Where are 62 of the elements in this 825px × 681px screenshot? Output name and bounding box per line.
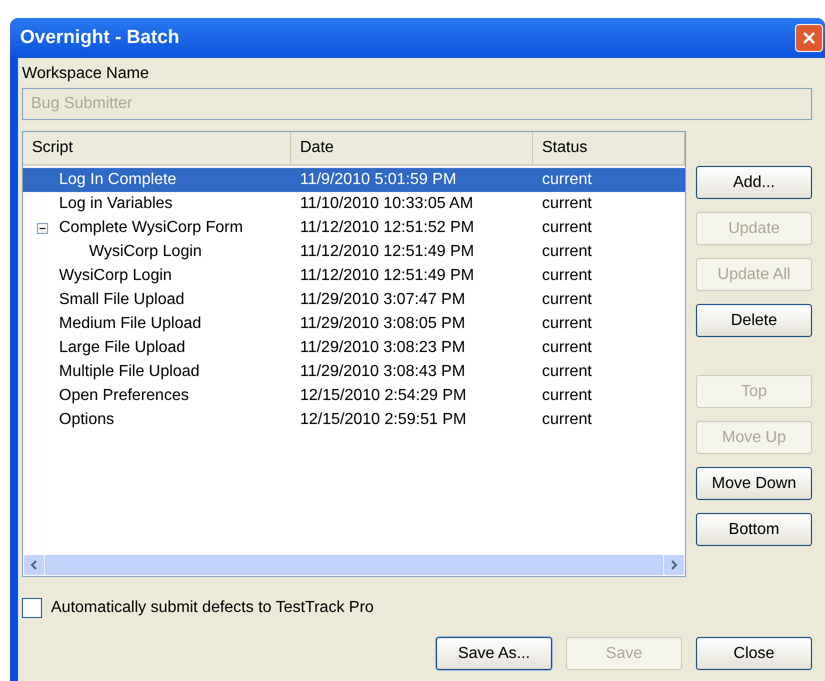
- window-title: Overnight - Batch: [20, 26, 180, 50]
- tree-row[interactable]: Log In Complete 11/9/2010 5:01:59 PM current: [23, 168, 685, 192]
- script-name: Complete WysiCorp Form: [59, 218, 243, 238]
- checkbox-label: Automatically submit defects to TestTrack Pro: [51, 598, 374, 618]
- close-button[interactable]: [795, 24, 823, 52]
- tree-row[interactable]: Large File Upload 11/29/2010 3:08:23 PM current: [23, 336, 685, 360]
- status-cell-text: current: [541, 170, 592, 190]
- status-cell-text: current: [541, 314, 592, 334]
- status-cell-text: current: [541, 410, 592, 430]
- tree-row[interactable]: Multiple File Upload 11/29/2010 3:08:43 PM current: [23, 360, 685, 384]
- date-cell-text: 12/15/2010 2:59:51 PM: [299, 410, 468, 430]
- status-cell-text: current: [541, 386, 592, 406]
- scroll-left-icon[interactable]: [30, 560, 38, 570]
- column-header[interactable]: Date: [291, 132, 533, 164]
- status-cell-text: current: [541, 218, 592, 238]
- dialog-button[interactable]: Close: [696, 637, 812, 670]
- column-header[interactable]: Script: [23, 132, 291, 164]
- script-name: Small File Upload: [59, 290, 184, 310]
- date-cell-text: 11/29/2010 3:08:05 PM: [299, 314, 466, 334]
- dialog-button[interactable]: Save As...: [436, 637, 552, 670]
- column-header[interactable]: Status: [533, 132, 685, 164]
- checkbox[interactable]: [22, 598, 42, 618]
- script-name: WysiCorp Login: [59, 266, 172, 286]
- script-name: Log In Complete: [59, 170, 176, 190]
- date-cell-text: 11/29/2010 3:07:47 PM: [299, 290, 466, 310]
- tree-row[interactable]: Options 12/15/2010 2:59:51 PM current: [23, 408, 685, 432]
- dialog-button[interactable]: Delete: [696, 304, 812, 337]
- tree-row[interactable]: Open Preferences 12/15/2010 2:54:29 PM current: [23, 384, 685, 408]
- dialog-button[interactable]: Move Down: [696, 467, 812, 500]
- tree-row[interactable]: Small File Upload 11/29/2010 3:07:47 PM current: [23, 288, 685, 312]
- script-name: Options: [59, 410, 114, 430]
- tree-row[interactable]: WysiCorp Login 11/12/2010 12:51:49 PM current: [23, 264, 685, 288]
- tree-row[interactable]: Medium File Upload 11/29/2010 3:08:05 PM current: [23, 312, 685, 336]
- scroll-right-icon[interactable]: [670, 560, 678, 570]
- script-name: Log in Variables: [59, 194, 173, 214]
- date-cell-text: 11/12/2010 12:51:52 PM: [299, 218, 476, 238]
- script-name: Large File Upload: [59, 338, 186, 358]
- tree-row[interactable]: Log in Variables 11/10/2010 10:33:05 AM current: [23, 192, 685, 216]
- date-cell-text: 12/15/2010 2:54:29 PM: [299, 386, 468, 406]
- status-cell-text: current: [541, 266, 592, 286]
- field-label: Workspace Name: [22, 64, 150, 84]
- date-cell-text: 11/12/2010 12:51:49 PM: [299, 266, 476, 286]
- tree-row[interactable]: Complete WysiCorp Form 11/12/2010 12:51:52 PM current: [23, 216, 685, 240]
- status-cell-text: current: [541, 338, 592, 358]
- date-cell-text: 11/10/2010 10:33:05 AM: [299, 194, 474, 214]
- dialog-button[interactable]: Add...: [696, 166, 812, 199]
- date-cell-text: 11/29/2010 3:08:43 PM: [299, 362, 466, 382]
- script-name: Multiple File Upload: [59, 362, 200, 382]
- script-name: WysiCorp Login: [89, 242, 202, 262]
- status-cell-text: current: [541, 362, 592, 382]
- date-cell-text: 11/12/2010 12:51:49 PM: [299, 242, 476, 262]
- date-cell-text: 11/29/2010 3:08:23 PM: [299, 338, 466, 358]
- date-cell-text: 11/9/2010 5:01:59 PM: [299, 170, 458, 190]
- status-cell-text: current: [541, 242, 592, 262]
- status-cell-text: current: [541, 290, 592, 310]
- dialog-button[interactable]: Bottom: [696, 513, 812, 546]
- script-name: Medium File Upload: [59, 314, 202, 334]
- tree-row[interactable]: WysiCorp Login 11/12/2010 12:51:49 PM current: [23, 240, 685, 264]
- collapse-icon[interactable]: [37, 222, 48, 234]
- status-cell-text: current: [541, 194, 592, 214]
- close-icon: [801, 30, 817, 46]
- script-name: Open Preferences: [59, 386, 189, 406]
